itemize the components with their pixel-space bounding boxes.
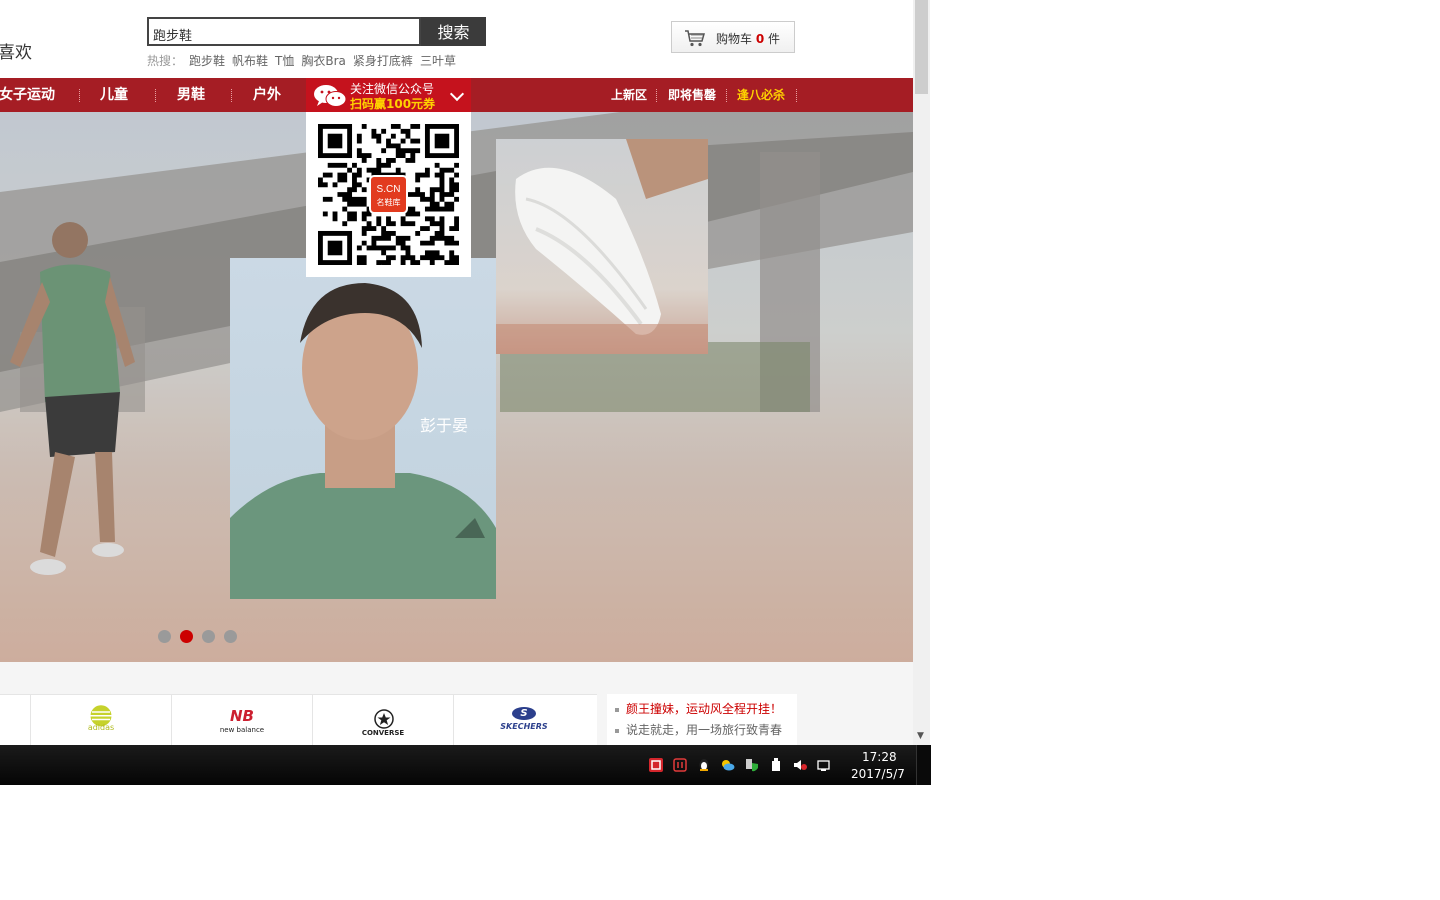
carousel-dot[interactable] (224, 630, 237, 643)
brand-logo-text: new balance (219, 726, 265, 734)
tray-app-icon[interactable] (649, 758, 663, 772)
clock-time[interactable]: 17:28 (862, 750, 897, 764)
nav-item-outdoor[interactable]: 户外 (253, 78, 281, 112)
qr-finder-square (318, 230, 353, 265)
cart-icon (685, 30, 705, 47)
network-icon[interactable] (817, 758, 831, 772)
hot-search-label: 热搜： (147, 54, 184, 68)
search-button[interactable]: 搜索 (421, 17, 486, 46)
tray-calendar-icon[interactable] (673, 758, 687, 772)
nav-item-new-arrivals[interactable]: 上新区 (611, 78, 647, 112)
news-item-text[interactable]: 颜王撞妹，运动风全程开挂！ (626, 702, 782, 716)
windows-taskbar: 17:28 2017/5/7 (0, 745, 931, 785)
nb-logo-icon: NB (230, 707, 254, 725)
hot-search-link[interactable]: 三叶草 (420, 54, 456, 68)
hot-search-link[interactable]: 帆布鞋 (232, 54, 268, 68)
nav-item-women-sports[interactable]: 女子运动 (0, 78, 55, 112)
nav-divider (796, 89, 798, 102)
brand-strip: adidas NB new balance CONVERSE S SKECHER… (0, 694, 597, 745)
nav-item-kids[interactable]: 儿童 (100, 78, 128, 112)
logo-fragment[interactable]: 喜欢 (0, 38, 32, 63)
carousel-dot[interactable] (158, 630, 171, 643)
cart-label: 购物车 0 件 (716, 30, 780, 47)
nav-item-flash-sale[interactable]: 逢八必杀 (737, 78, 785, 112)
browser-window: 喜欢 跑步鞋 搜索 热搜： 跑步鞋 帆布鞋 T恤 胸衣Bra 紧身打底裤 三叶草 购物车 0… (0, 0, 930, 745)
wechat-qr-popup: S.CN 名鞋库 (306, 112, 471, 277)
qr-code: S.CN 名鞋库 (318, 124, 459, 265)
brand-adidas[interactable]: adidas (30, 695, 170, 745)
volume-muted-icon[interactable] (793, 758, 807, 772)
scroll-down-arrow-icon[interactable]: ▼ (917, 731, 924, 741)
show-desktop-button[interactable] (916, 745, 931, 785)
qr-center-logo: S.CN 名鞋库 (369, 175, 408, 214)
bullet-icon (615, 707, 619, 712)
nav-divider (155, 89, 157, 102)
qr-badge-bottom: 名鞋库 (377, 197, 401, 207)
vertical-scrollbar[interactable]: ▼ (913, 0, 930, 745)
nav-divider (726, 89, 728, 102)
clock-date[interactable]: 2017/5/7 (851, 767, 905, 781)
qr-finder-square (318, 124, 353, 159)
news-panel: 颜王撞妹，运动风全程开挂！ 说走就走，用一场旅行致青春 (607, 694, 797, 745)
news-item[interactable]: 颜王撞妹，运动风全程开挂！ (615, 700, 782, 717)
hot-search-link[interactable]: 胸衣Bra (301, 54, 346, 68)
nav-item-selling-out[interactable]: 即将售罄 (668, 78, 716, 112)
cart-count: 0 (755, 32, 765, 46)
cart-unit: 件 (768, 32, 781, 46)
bullet-icon (615, 728, 619, 733)
wechat-coupon-text: 扫码赢100元券 (350, 97, 436, 111)
brand-logo-text: adidas (87, 723, 115, 732)
hot-search-link[interactable]: T恤 (275, 54, 294, 68)
chevron-down-icon (449, 86, 465, 102)
web-page: 喜欢 跑步鞋 搜索 热搜： 跑步鞋 帆布鞋 T恤 胸衣Bra 紧身打底裤 三叶草 购物车 0… (0, 0, 913, 745)
usb-device-icon[interactable] (769, 758, 783, 772)
qq-penguin-icon[interactable] (697, 758, 711, 772)
scrollbar-thumb[interactable] (915, 0, 928, 94)
carousel-dot-active[interactable] (180, 630, 193, 643)
skechers-s-icon: S (512, 707, 536, 720)
wechat-icon (314, 85, 347, 107)
search-input[interactable]: 跑步鞋 (147, 17, 421, 46)
nav-divider (231, 89, 233, 102)
weather-cloud-icon[interactable] (721, 758, 735, 772)
brand-logo-text: CONVERSE (361, 729, 405, 737)
wechat-follow-tab[interactable]: 关注微信公众号 扫码赢100元券 (306, 78, 471, 112)
brand-converse[interactable]: CONVERSE (312, 695, 452, 745)
brand-logo-text: SKECHERS (500, 722, 548, 731)
carousel-dot[interactable] (202, 630, 215, 643)
qr-badge-top: S.CN (377, 184, 401, 195)
nav-item-mens-shoes[interactable]: 男鞋 (177, 78, 205, 112)
news-item-text[interactable]: 说走就走，用一场旅行致青春 (626, 723, 782, 737)
cart-label-text: 购物车 (716, 32, 753, 46)
site-header: 喜欢 跑步鞋 搜索 热搜： 跑步鞋 帆布鞋 T恤 胸衣Bra 紧身打底裤 三叶草 购物车 0… (0, 0, 913, 78)
nav-divider (79, 89, 81, 102)
nav-divider (656, 89, 658, 102)
qr-finder-square (424, 124, 459, 159)
hot-search-link[interactable]: 跑步鞋 (189, 54, 225, 68)
news-item[interactable]: 说走就走，用一场旅行致青春 (615, 721, 782, 738)
search-input-value[interactable]: 跑步鞋 (153, 25, 192, 44)
security-shield-icon[interactable] (745, 758, 759, 772)
converse-star-icon (374, 709, 394, 729)
hot-search-link[interactable]: 紧身打底裤 (353, 54, 413, 68)
brand-new-balance[interactable]: NB new balance (171, 695, 311, 745)
brand-skechers[interactable]: S SKECHERS (453, 695, 593, 745)
cart-button[interactable]: 购物车 0 件 (671, 21, 795, 53)
hot-search-bar: 热搜： 跑步鞋 帆布鞋 T恤 胸衣Bra 紧身打底裤 三叶草 (147, 52, 463, 69)
